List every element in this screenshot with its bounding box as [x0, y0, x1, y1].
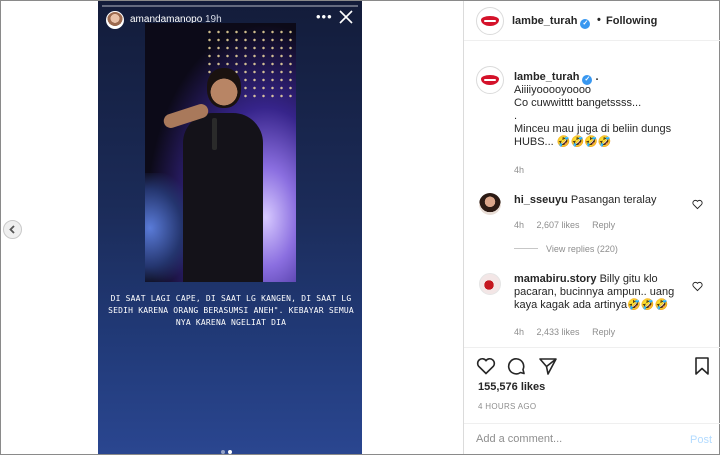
avatar[interactable] — [476, 7, 504, 35]
comment-bubble-icon[interactable] — [506, 356, 526, 376]
story-pagination-dots — [221, 445, 235, 454]
separator: • — [597, 14, 601, 26]
comment-username[interactable]: mamabiru.story — [514, 273, 597, 285]
person-body — [183, 113, 263, 282]
avatar[interactable] — [479, 193, 501, 215]
comment-username[interactable]: hi_sseuyu — [514, 194, 568, 206]
following-button[interactable]: Following — [606, 15, 657, 27]
comments-section: lambe_turah ✓ . Aiiiiyooooyoooo Co cuwwit… — [464, 41, 720, 341]
post-header: lambe_turah ✓ • Following — [464, 1, 720, 41]
header-username[interactable]: lambe_turah ✓ — [512, 15, 591, 29]
action-bar — [464, 347, 720, 377]
story-progress-bar — [102, 5, 358, 7]
likes-count[interactable]: 155,576 likes — [478, 381, 545, 393]
dot-active — [228, 450, 232, 454]
avatar[interactable] — [476, 66, 504, 94]
dot — [221, 450, 225, 454]
caption-text: Aiiiiyooooyoooo Co cuwwitttt bangetssss.… — [514, 84, 672, 148]
person-head — [207, 68, 241, 108]
view-replies-button[interactable]: View replies (220) — [514, 244, 618, 254]
media-area: amandamanopo 19h ••• DI SAAT LAGI CAPE, … — [1, 1, 463, 454]
reply-button[interactable]: Reply — [592, 220, 615, 230]
post-button[interactable]: Post — [690, 434, 712, 446]
heart-icon[interactable] — [692, 281, 703, 292]
reply-button[interactable]: Reply — [592, 327, 615, 337]
post-age: 4 HOURS AGO — [478, 402, 537, 411]
like-heart-icon[interactable] — [476, 356, 496, 376]
add-comment-bar: Post — [464, 423, 720, 454]
bookmark-icon[interactable] — [692, 356, 712, 376]
story-avatar — [106, 11, 124, 29]
verified-icon: ✓ — [580, 19, 591, 29]
post-panel: lambe_turah ✓ • Following lambe_turah ✓ . … — [463, 1, 720, 454]
comment-text: Pasangan teralay — [570, 194, 657, 206]
chevron-left-icon — [9, 225, 15, 234]
comment: hi_sseuyu Pasangan teralay — [514, 194, 694, 207]
caption-time: 4h — [514, 165, 525, 175]
avatar[interactable] — [479, 273, 501, 295]
add-comment-input[interactable] — [476, 433, 656, 445]
more-options-icon: ••• — [316, 9, 333, 24]
comment-time: 4h — [514, 327, 525, 337]
caption-username[interactable]: lambe_turah ✓ . — [514, 71, 599, 85]
comment-likes[interactable]: 2,607 likes — [537, 220, 580, 230]
story-caption: DI SAAT LAGI CAPE, DI SAAT LG KANGEN, DI… — [108, 294, 354, 327]
microphone — [212, 118, 217, 150]
previous-button[interactable] — [3, 220, 22, 239]
comment: mamabiru.story Billy gitu klo pacaran, b… — [514, 273, 694, 312]
close-icon — [339, 10, 353, 24]
lips-logo-icon — [481, 75, 499, 85]
story-image: amandamanopo 19h ••• DI SAAT LAGI CAPE, … — [98, 1, 362, 454]
heart-icon[interactable] — [692, 199, 703, 210]
comment-time: 4h — [514, 220, 525, 230]
comment-likes[interactable]: 2,433 likes — [537, 327, 580, 337]
story-photo — [145, 23, 296, 282]
comment-meta: 4h 2,433 likes Reply — [514, 327, 625, 337]
share-icon[interactable] — [538, 356, 558, 376]
lips-logo-icon — [481, 16, 499, 26]
comment-meta: 4h 2,607 likes Reply — [514, 220, 625, 230]
